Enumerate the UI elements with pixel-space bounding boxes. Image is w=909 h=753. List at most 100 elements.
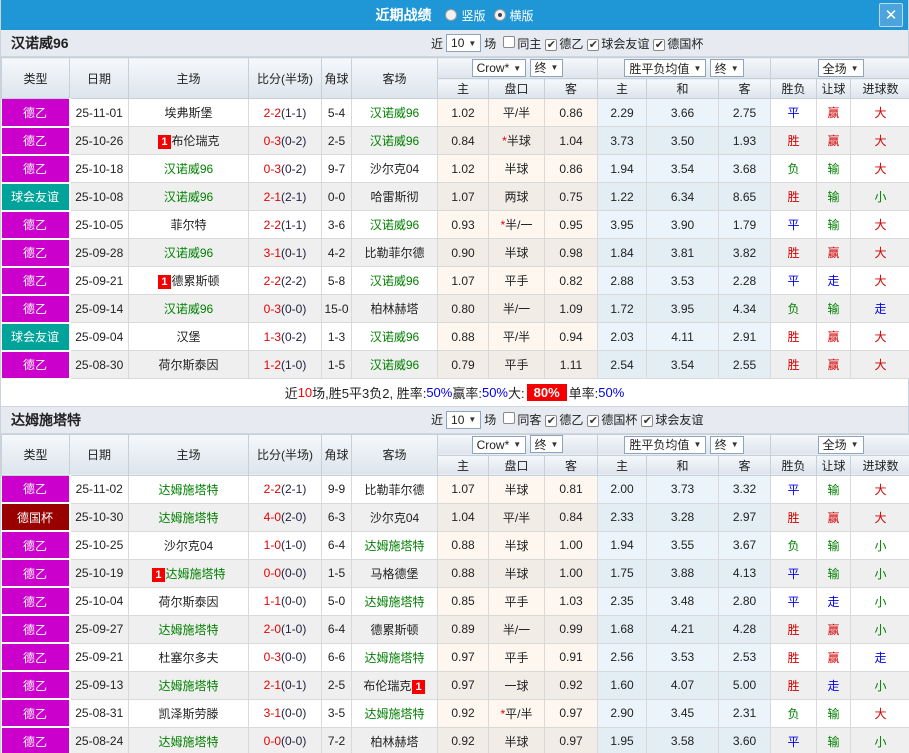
window-title: 近期战绩 bbox=[375, 7, 432, 23]
result-handicap: 赢 bbox=[816, 322, 852, 351]
sub-eu-draw: 和 bbox=[646, 78, 720, 99]
odds-away-win: 3.82 bbox=[718, 238, 772, 267]
sub-ah-home: 主 bbox=[437, 78, 489, 99]
wdl-final-select[interactable]: 终 ▼ bbox=[709, 59, 744, 77]
result-wdl: 胜 bbox=[770, 126, 818, 155]
sub-res-wdl: 胜负 bbox=[770, 78, 818, 99]
result-wdl: 胜 bbox=[770, 350, 818, 379]
odds-draw: 3.55 bbox=[646, 531, 720, 560]
result-goals: 大 bbox=[850, 322, 909, 351]
match-type-cell: 德乙 bbox=[1, 210, 71, 240]
league-checkbox[interactable] bbox=[545, 38, 558, 51]
ah-home-odds: 0.85 bbox=[437, 587, 489, 616]
chevron-down-icon: ▼ bbox=[850, 440, 859, 449]
vertical-layout-radio[interactable] bbox=[445, 9, 458, 21]
result-goals: 大 bbox=[850, 503, 909, 532]
match-date: 25-08-30 bbox=[69, 350, 129, 379]
match-score: 0-3(0-2) bbox=[248, 154, 322, 183]
league-checkbox[interactable] bbox=[545, 415, 558, 427]
ah-final-select[interactable]: 终 ▼ bbox=[529, 435, 564, 454]
red-card-badge: 1 bbox=[412, 679, 425, 694]
wdl-average-select[interactable]: 胜平负均值 ▼ bbox=[624, 59, 707, 77]
odds-home-win: 2.33 bbox=[597, 503, 648, 532]
away-team: 哈雷斯彻 bbox=[351, 182, 438, 211]
result-wdl: 平 bbox=[770, 587, 818, 616]
odds-away-win: 4.28 bbox=[718, 615, 772, 644]
away-team: 德累斯顿 bbox=[351, 615, 438, 644]
close-icon[interactable]: ✕ bbox=[879, 3, 903, 27]
summary-row: 近 10 场,胜5平3负2, 胜率: 50% 赢率: 50% 大: 80% 单率: 50% bbox=[1, 379, 908, 407]
league-checkbox[interactable] bbox=[653, 38, 666, 51]
wdl-final-select[interactable]: 终 ▼ bbox=[709, 435, 744, 454]
odds-company-select[interactable]: Crow* ▼ bbox=[471, 435, 527, 454]
match-score: 0-3(0-0) bbox=[248, 294, 322, 323]
ah-away-odds: 0.95 bbox=[544, 210, 599, 239]
match-row: 德乙 25-10-05 菲尔特 2-2(1-1) 3-6 汉诺威96 0.93 *半/一 0.9… bbox=[1, 210, 909, 240]
home-team: 达姆施塔特 bbox=[128, 475, 249, 504]
ah-handicap: 半球 bbox=[488, 475, 545, 504]
red-card-badge: 1 bbox=[152, 567, 165, 582]
match-score: 1-3(0-2) bbox=[248, 322, 322, 351]
ah-home-odds: 0.92 bbox=[437, 727, 489, 753]
ah-handicap: *半/一 bbox=[488, 210, 545, 239]
match-date: 25-09-14 bbox=[69, 294, 129, 323]
ah-away-odds: 1.03 bbox=[544, 587, 599, 616]
result-wdl: 胜 bbox=[770, 182, 818, 211]
ah-home-odds: 0.97 bbox=[437, 671, 489, 700]
horizontal-layout-radio[interactable] bbox=[493, 9, 506, 21]
ah-home-odds: 0.79 bbox=[437, 350, 489, 379]
match-score: 3-1(0-1) bbox=[248, 238, 322, 267]
result-goals: 大 bbox=[850, 126, 909, 155]
match-date: 25-08-31 bbox=[69, 699, 129, 728]
result-handicap: 输 bbox=[816, 154, 852, 183]
match-row: 德乙 25-10-18 汉诺威96 0-3(0-2) 9-7 沙尔克04 1.02 半球 0.8… bbox=[1, 154, 909, 184]
chevron-down-icon: ▼ bbox=[693, 440, 702, 449]
match-type-cell: 德乙 bbox=[1, 615, 71, 644]
match-date: 25-08-24 bbox=[69, 727, 129, 753]
col-corner: 角球 bbox=[321, 433, 352, 476]
fulltime-select[interactable]: 全场 ▼ bbox=[817, 59, 864, 77]
match-score: 2-0(1-0) bbox=[248, 615, 322, 644]
match-type-cell: 球会友谊 bbox=[1, 322, 71, 352]
filter-controls: 近 10▼ 场 同客 德乙 德国杯 球会友谊 bbox=[431, 410, 703, 429]
ah-away-odds: 0.97 bbox=[544, 699, 599, 728]
chevron-down-icon: ▼ bbox=[693, 63, 702, 73]
result-goals: 大 bbox=[850, 266, 909, 295]
league-checkbox[interactable] bbox=[641, 415, 654, 427]
ah-handicap: 平手 bbox=[488, 350, 545, 379]
result-wdl: 胜 bbox=[770, 615, 818, 644]
result-handicap: 赢 bbox=[816, 615, 852, 644]
result-handicap: 赢 bbox=[816, 643, 852, 672]
match-row: 德乙 25-08-31 凯泽斯劳滕 3-1(0-0) 3-5 达姆施塔特 0.92 *平/半 0… bbox=[1, 699, 909, 728]
result-goals: 大 bbox=[850, 350, 909, 379]
odds-draw: 3.95 bbox=[646, 294, 720, 323]
match-count-select[interactable]: 10 ▼ bbox=[446, 34, 482, 52]
match-score: 1-0(1-0) bbox=[248, 531, 322, 560]
table-body: 德乙 25-11-01 埃弗斯堡 2-2(1-1) 5-4 汉诺威96 1.02 平/半 0.8… bbox=[1, 98, 909, 380]
odds-draw: 3.53 bbox=[646, 643, 720, 672]
league-checkbox[interactable] bbox=[503, 35, 516, 48]
odds-away-win: 5.00 bbox=[718, 671, 772, 700]
result-wdl: 负 bbox=[770, 154, 818, 183]
fulltime-select[interactable]: 全场 ▼ bbox=[817, 435, 864, 454]
odds-away-win: 4.34 bbox=[718, 294, 772, 323]
league-checkbox[interactable] bbox=[503, 412, 516, 424]
wdl-average-select[interactable]: 胜平负均值 ▼ bbox=[624, 435, 707, 454]
odds-away-win: 2.75 bbox=[718, 98, 772, 127]
col-date: 日期 bbox=[69, 433, 129, 476]
match-type-cell: 德乙 bbox=[1, 294, 71, 324]
league-checkbox[interactable] bbox=[587, 415, 600, 427]
odds-company-select[interactable]: Crow* ▼ bbox=[471, 59, 527, 78]
table-header: 类型 日期 主场 比分(半场) 角球 客场 Crow* ▼ 终 ▼ 胜平负均值 ▼ 终… bbox=[1, 433, 909, 476]
match-count-select[interactable]: 10 ▼ bbox=[446, 410, 482, 429]
home-team: 凯泽斯劳滕 bbox=[128, 699, 249, 728]
league-checkbox[interactable] bbox=[587, 38, 600, 51]
ah-final-select[interactable]: 终 ▼ bbox=[529, 58, 564, 77]
home-team: 1 德累斯顿 bbox=[128, 266, 249, 295]
away-team: 汉诺威96 bbox=[351, 350, 438, 379]
ah-away-odds: 0.86 bbox=[544, 98, 599, 127]
col-away: 客场 bbox=[351, 433, 438, 476]
section-header-darmstadt: 达姆施塔特 近 10▼ 场 同客 德乙 德国杯 球会友谊 bbox=[1, 406, 908, 434]
col-date: 日期 bbox=[69, 57, 129, 99]
odds-draw: 3.48 bbox=[646, 587, 720, 616]
